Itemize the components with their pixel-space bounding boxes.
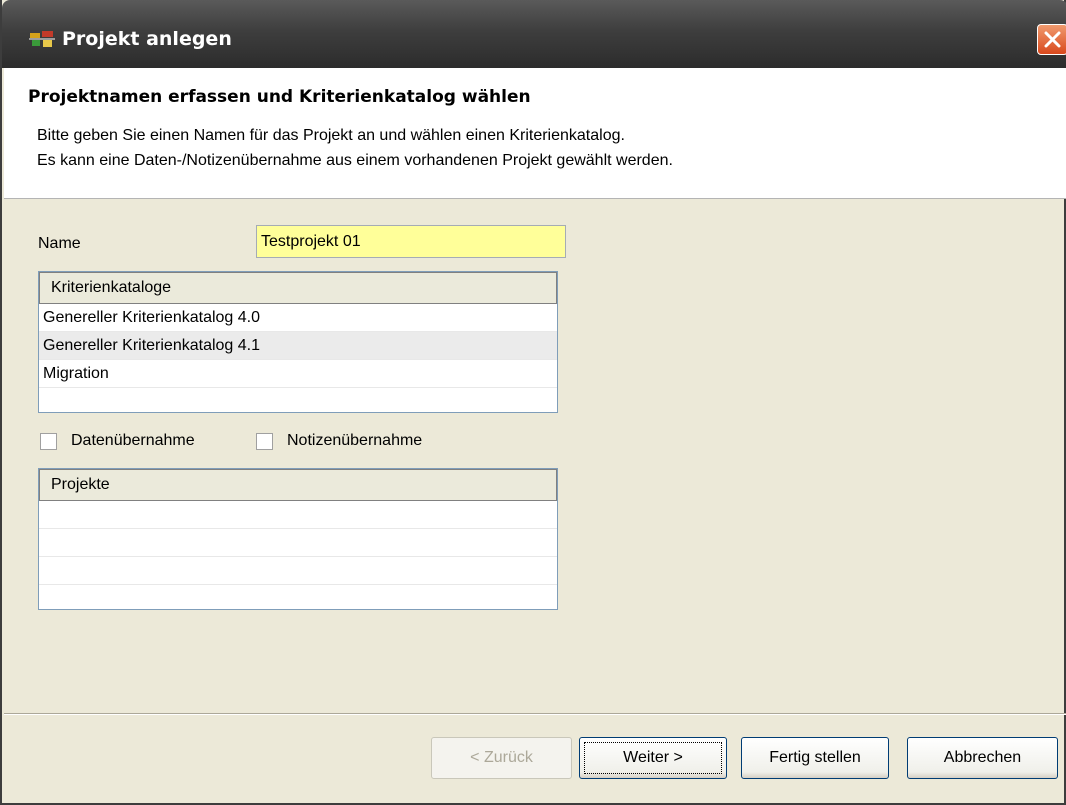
cancel-button-label: Abbrechen: [943, 749, 1022, 766]
project-empty-row: [39, 585, 557, 609]
back-button[interactable]: < Zurück: [431, 737, 572, 779]
catalog-empty-row: [39, 388, 557, 412]
catalog-item[interactable]: Genereller Kriterienkatalog 4.0: [39, 304, 557, 332]
notes-transfer-checkbox[interactable]: Notizenübernahme: [256, 430, 422, 452]
next-button[interactable]: Weiter >: [579, 737, 727, 779]
back-button-label: < Zurück: [470, 749, 533, 766]
finish-button[interactable]: Fertig stellen: [741, 737, 889, 779]
cancel-button[interactable]: Abbrechen: [907, 737, 1058, 779]
data-transfer-checkbox-box[interactable]: [40, 432, 57, 450]
window-title: Projekt anlegen: [62, 28, 232, 50]
project-empty-row: [39, 529, 557, 557]
data-transfer-checkbox[interactable]: Datenübernahme: [40, 430, 195, 452]
description-line-1: Bitte geben Sie einen Namen für das Proj…: [37, 127, 625, 144]
notes-transfer-label: Notizenübernahme: [287, 432, 423, 449]
dialog-window: Projekt anlegen Projektnamen erfassen un…: [0, 0, 1066, 805]
close-button[interactable]: [1037, 24, 1066, 55]
page-title: Projektnamen erfassen und Kriterienkatal…: [28, 87, 531, 107]
projects-list-header[interactable]: Projekte: [39, 469, 557, 501]
catalog-list-header[interactable]: Kriterienkataloge: [39, 272, 557, 304]
catalog-list[interactable]: Kriterienkataloge Genereller Kriterienka…: [38, 271, 558, 413]
wizard-header: Projektnamen erfassen und Kriterienkatal…: [4, 68, 1066, 199]
data-transfer-label: Datenübernahme: [71, 432, 195, 449]
project-name-input[interactable]: [256, 225, 566, 258]
catalog-item[interactable]: Genereller Kriterienkatalog 4.1: [39, 332, 557, 360]
close-icon: [1044, 31, 1061, 48]
projects-list[interactable]: Projekte: [38, 468, 558, 610]
app-icon: [29, 31, 55, 47]
finish-button-label: Fertig stellen: [769, 749, 861, 766]
catalog-item[interactable]: Migration: [39, 360, 557, 388]
page-description: Bitte geben Sie einen Namen für das Proj…: [37, 123, 673, 173]
notes-transfer-checkbox-box[interactable]: [256, 432, 273, 450]
footer-separator: [4, 713, 1066, 715]
project-empty-row: [39, 557, 557, 585]
focus-ring: [584, 742, 722, 774]
description-line-2: Es kann eine Daten-/Notizenübernahme aus…: [37, 152, 673, 169]
project-empty-row: [39, 501, 557, 529]
title-bar[interactable]: Projekt anlegen: [2, 0, 1066, 68]
name-label: Name: [38, 235, 81, 252]
